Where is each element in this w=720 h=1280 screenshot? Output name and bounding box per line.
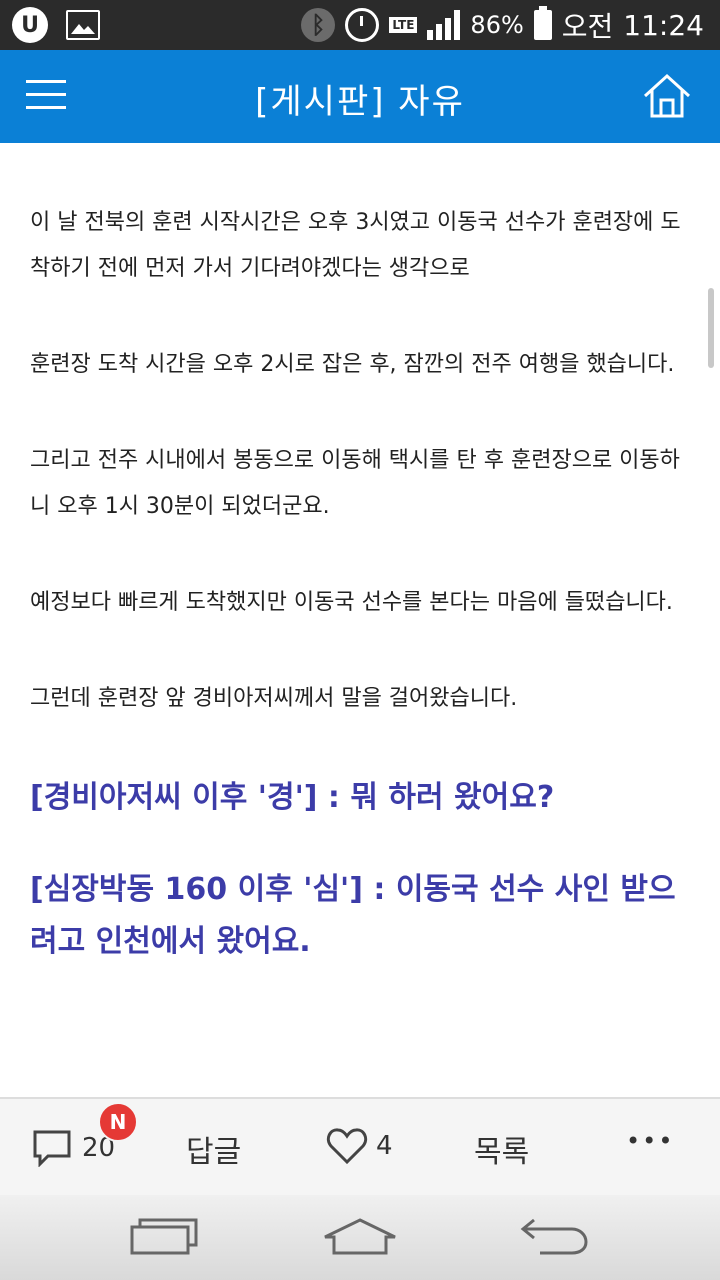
new-badge: N [98, 1102, 138, 1142]
bluetooth-icon: ᛒ [301, 8, 336, 42]
more-icon: ••• [626, 1127, 675, 1155]
dialogue-line: [심장박동 160 이후 '심'] : 이동국 선수 사인 받으려고 인천에서 … [30, 872, 676, 959]
paragraph: 예정보다 빠르게 도착했지만 이동국 선수를 본다는 마음에 들떴습니다. [30, 590, 673, 615]
heart-icon [326, 1128, 368, 1165]
dialogue-line: [경비아저씨 이후 '경'] : 뭐 하러 왔어요? [30, 780, 555, 815]
more-options-button[interactable]: ••• [626, 1127, 674, 1155]
list-button[interactable]: 목록 [474, 1127, 529, 1171]
recent-apps-icon[interactable] [130, 1217, 200, 1257]
paragraph: 그리고 전주 시내에서 봉동으로 이동해 택시를 탄 후 훈련장으로 이동하니 … [30, 448, 680, 519]
signal-icon [427, 10, 461, 40]
list-label: 목록 [474, 1135, 530, 1170]
article-body: 이 날 전북의 훈련 시작시간은 오후 3시였고 이동국 선수가 훈련장에 도착… [30, 200, 690, 1008]
scrollbar[interactable] [708, 288, 714, 368]
home-icon[interactable] [642, 72, 692, 120]
comment-icon [33, 1130, 71, 1167]
u-plus-icon: U [12, 7, 48, 43]
status-bar: U ᛒ LTE 86% 오전 11:24 [0, 0, 720, 50]
reply-label: 답글 [186, 1135, 242, 1170]
paragraph: 그런데 훈련장 앞 경비아저씨께서 말을 걸어왔습니다. [30, 686, 518, 711]
like-button[interactable]: 4 [326, 1127, 393, 1165]
image-icon [66, 10, 100, 40]
time-period: 오전 [561, 10, 614, 43]
battery-icon [533, 6, 552, 40]
paragraph: 이 날 전북의 훈련 시작시간은 오후 3시였고 이동국 선수가 훈련장에 도착… [30, 210, 681, 281]
like-count: 4 [376, 1131, 393, 1161]
back-icon[interactable] [520, 1217, 590, 1257]
clock: 11:24 [623, 8, 704, 42]
home-nav-icon[interactable] [322, 1217, 398, 1257]
alarm-icon [345, 8, 380, 42]
reply-button[interactable]: 답글 [186, 1127, 241, 1171]
paragraph: 훈련장 도착 시간을 오후 2시로 잡은 후, 잠깐의 전주 여행을 했습니다. [30, 352, 675, 377]
page-title: [게시판] 자유 [255, 82, 465, 122]
app-header: [게시판] 자유 [0, 50, 720, 143]
lte-icon: LTE [389, 17, 418, 33]
system-nav-bar [0, 1195, 720, 1280]
battery-percent: 86% [470, 11, 524, 39]
